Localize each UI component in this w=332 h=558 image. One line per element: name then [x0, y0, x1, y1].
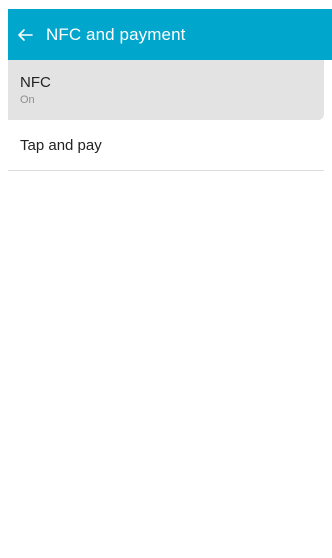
app-bar: NFC and payment	[8, 9, 332, 60]
list-divider	[8, 170, 324, 171]
setting-title-tap-and-pay: Tap and pay	[20, 137, 102, 154]
settings-list: NFC On Tap and pay	[8, 60, 332, 558]
setting-status-nfc: On	[20, 94, 35, 106]
back-button[interactable]	[8, 9, 42, 60]
setting-item-tap-and-pay[interactable]: Tap and pay	[8, 120, 324, 170]
arrow-left-icon	[18, 28, 33, 41]
setting-item-nfc[interactable]: NFC On	[8, 60, 324, 120]
nfc-payment-screen: NFC and payment NFC On Tap and pay	[0, 0, 332, 558]
page-title: NFC and payment	[46, 24, 186, 44]
setting-title-nfc: NFC	[20, 74, 51, 91]
